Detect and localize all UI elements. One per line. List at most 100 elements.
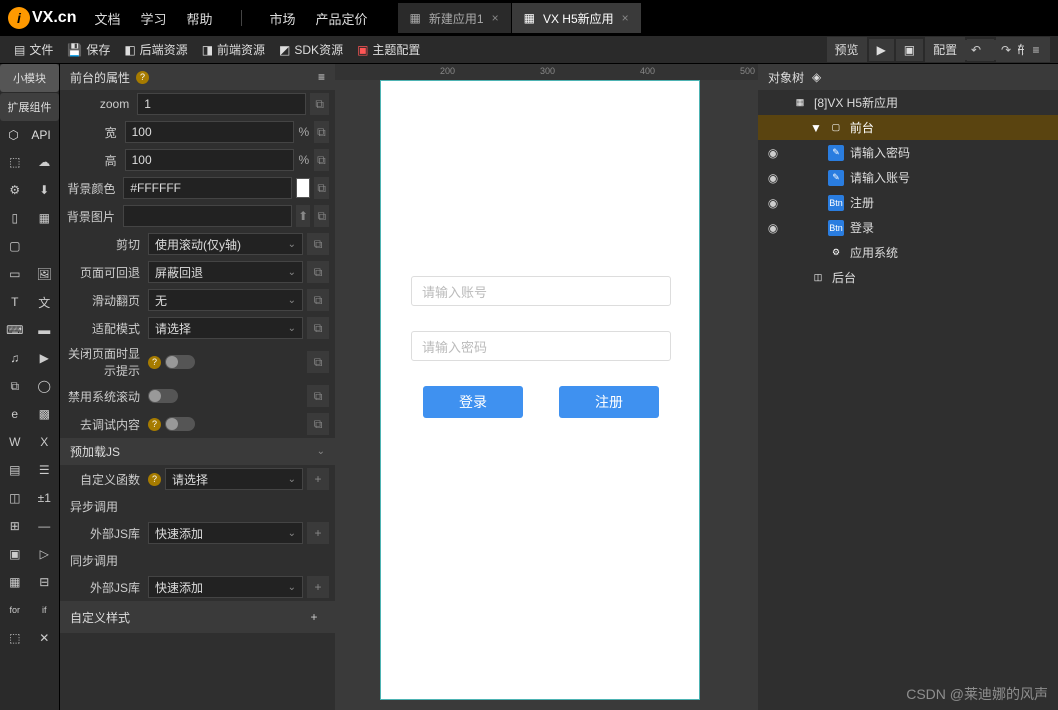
tab-icon[interactable]: ⊟ [30, 568, 60, 596]
preload-js-section[interactable]: 预加载JS⌄ [60, 438, 335, 465]
menu-help[interactable]: 帮助 [187, 9, 213, 28]
pageback-select[interactable]: 屏蔽回退⌄ [148, 261, 303, 283]
link-icon[interactable]: ⧉ [310, 93, 329, 115]
add-button[interactable]: + [303, 606, 325, 628]
visibility-icon[interactable]: ◉ [766, 171, 780, 185]
icon-icon[interactable]: ▩ [30, 400, 60, 428]
swipe-select[interactable]: 无⌄ [148, 289, 303, 311]
menu-market[interactable]: 市场 [270, 9, 296, 28]
backend-res[interactable]: ◧后端资源 [118, 38, 193, 61]
adapt-select[interactable]: 请选择⌄ [148, 317, 303, 339]
tree-item[interactable]: ▦[8]VX H5新应用 [758, 90, 1058, 115]
width-input[interactable] [125, 121, 294, 143]
account-input[interactable]: 请输入账号 [411, 276, 671, 306]
link-icon[interactable]: ⧉ [0, 372, 30, 400]
tree-item[interactable]: ◉Btn登录 [758, 215, 1058, 240]
cloud-icon[interactable]: ☁ [30, 148, 60, 176]
link-icon[interactable]: ⧉ [314, 149, 329, 171]
help-icon[interactable]: ? [136, 71, 149, 84]
link-icon[interactable]: ⧉ [314, 205, 329, 227]
tree-item[interactable]: ▼▢前台 [758, 115, 1058, 140]
tree-item[interactable]: ◫后台 [758, 265, 1058, 290]
expand-icon[interactable]: ▼ [810, 121, 822, 135]
height-input[interactable] [125, 149, 294, 171]
link-icon[interactable]: ⧉ [307, 385, 329, 407]
table-icon[interactable]: ▦ [0, 568, 30, 596]
live-icon[interactable]: ▣ [0, 540, 30, 568]
qr-button[interactable]: ▣ [896, 39, 923, 61]
history-button[interactable]: ≡ [1024, 40, 1048, 60]
music-icon[interactable]: ♫ [0, 344, 30, 372]
bgcolor-input[interactable] [123, 177, 292, 199]
link-icon[interactable]: ⧉ [314, 121, 329, 143]
frontend-res[interactable]: ◨前端资源 [196, 38, 271, 61]
file-menu[interactable]: ▤文件 [8, 38, 59, 61]
menu-learn[interactable]: 学习 [140, 9, 166, 28]
input-icon[interactable]: ⌨ [0, 316, 30, 344]
play-button[interactable]: ▶ [869, 39, 894, 61]
add-button[interactable]: + [307, 468, 329, 490]
if-icon[interactable]: if [30, 596, 60, 624]
tree-item[interactable]: ◉✎请输入账号 [758, 165, 1058, 190]
add-button[interactable]: + [307, 576, 329, 598]
cube-icon[interactable]: ⬚ [0, 148, 30, 176]
visibility-icon[interactable]: ◉ [766, 146, 780, 160]
link-icon[interactable]: ⧉ [307, 413, 329, 435]
canvas-stage[interactable]: 请输入账号 请输入密码 登录 注册 [380, 80, 700, 700]
register-button[interactable]: 注册 [559, 386, 659, 418]
gear-icon[interactable]: ⚙ [0, 176, 30, 204]
tab-h5-app[interactable]: ▦ VX H5新应用 × [512, 3, 642, 33]
custom-style-section[interactable]: 自定义样式+ [60, 601, 335, 633]
extjs1-select[interactable]: 快速添加⌄ [148, 522, 303, 544]
for-icon[interactable]: for [0, 596, 30, 624]
save-button[interactable]: 💾保存 [61, 38, 116, 61]
login-button[interactable]: 登录 [423, 386, 523, 418]
menu-pricing[interactable]: 产品定价 [316, 9, 368, 28]
disablescroll-toggle[interactable] [148, 389, 178, 403]
menu-icon[interactable]: ≡ [318, 70, 325, 84]
stat-icon[interactable]: ±1 [30, 484, 60, 512]
tab-new-app[interactable]: ▦ 新建应用1 × [398, 3, 512, 33]
help-icon[interactable]: ? [148, 418, 161, 431]
text-icon[interactable]: T [0, 288, 30, 316]
play2-icon[interactable]: ▷ [30, 540, 60, 568]
customfn-select[interactable]: 请选择⌄ [165, 468, 303, 490]
form-icon[interactable]: ▤ [0, 456, 30, 484]
redo-button[interactable]: ↷ [994, 40, 1018, 60]
menu-docs[interactable]: 文档 [94, 9, 120, 28]
config-button[interactable]: 配置 [925, 37, 965, 62]
link-icon[interactable]: ⧉ [307, 261, 329, 283]
device-icon[interactable]: ▢ [0, 232, 30, 260]
chart-icon[interactable]: ◫ [0, 484, 30, 512]
visibility-icon[interactable]: ◉ [766, 196, 780, 210]
grid-icon[interactable]: ▦ [30, 204, 60, 232]
visibility-icon[interactable]: ◉ [766, 221, 780, 235]
circle-icon[interactable]: ◯ [30, 372, 60, 400]
preview-button[interactable]: 预览 [827, 37, 867, 62]
small-module-tab[interactable]: 小模块 [0, 64, 59, 92]
clip-select[interactable]: 使用滚动(仅y轴)⌄ [148, 233, 303, 255]
upload-icon[interactable]: ⬆ [296, 205, 311, 227]
closetip-toggle[interactable] [165, 355, 195, 369]
sdk-res[interactable]: ◩SDK资源 [273, 38, 349, 61]
tree-item[interactable]: ◉✎请输入密码 [758, 140, 1058, 165]
tree-item[interactable]: ⚙应用系统 [758, 240, 1058, 265]
bgimage-input[interactable] [123, 205, 292, 227]
x-icon[interactable]: ✕ [30, 624, 60, 652]
add-button[interactable]: + [307, 522, 329, 544]
list-icon[interactable]: ☰ [30, 456, 60, 484]
link-icon[interactable]: ⧉ [307, 317, 329, 339]
blank-icon[interactable] [30, 232, 60, 260]
translate-icon[interactable]: 文 [30, 288, 60, 316]
rect-icon[interactable]: ▭ [0, 260, 30, 288]
excel-icon[interactable]: X [30, 428, 60, 456]
link-icon[interactable]: ⧉ [307, 289, 329, 311]
tree-item[interactable]: ◉Btn注册 [758, 190, 1058, 215]
help-icon[interactable]: ? [148, 473, 161, 486]
page-icon[interactable]: ▯ [0, 204, 30, 232]
download-icon[interactable]: ⬇ [30, 176, 60, 204]
image-icon[interactable]: 🖼 [30, 260, 60, 288]
zoom-input[interactable] [137, 93, 306, 115]
word-icon[interactable]: W [0, 428, 30, 456]
link-icon[interactable]: ⧉ [314, 177, 329, 199]
